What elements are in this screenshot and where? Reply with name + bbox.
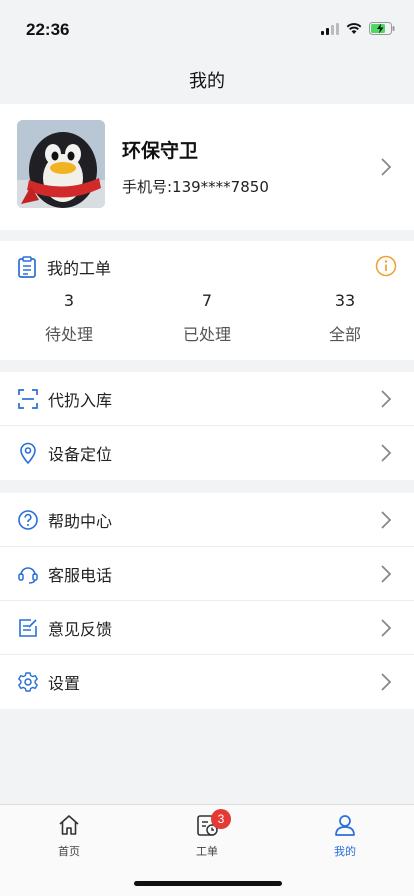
chevron-right-icon <box>381 619 392 637</box>
menu-item-customer-phone[interactable]: 客服电话 <box>0 547 414 601</box>
notification-badge: 3 <box>211 809 231 829</box>
menu-label: 设置 <box>48 674 81 693</box>
headset-icon <box>18 566 38 584</box>
menu-item-proxy-dispose[interactable]: 代扔入库 <box>0 372 414 426</box>
clipboard-icon <box>18 256 36 278</box>
stat-label: 已处理 <box>182 325 231 344</box>
stat-processed[interactable]: 7 已处理 <box>138 291 276 345</box>
stat-label: 待处理 <box>44 325 93 344</box>
tab-label: 我的 <box>334 845 356 858</box>
status-time: 22:36 <box>26 20 70 39</box>
profile-card[interactable]: 环保守卫 手机号:139****7850 <box>0 104 414 230</box>
signal-icon <box>321 22 339 35</box>
status-icons <box>321 22 396 35</box>
menu-label: 意见反馈 <box>48 619 113 639</box>
help-icon <box>18 509 38 530</box>
avatar[interactable] <box>17 120 105 208</box>
stat-count: 33 <box>334 291 356 310</box>
stat-all[interactable]: 33 全部 <box>276 291 414 345</box>
info-icon[interactable] <box>375 255 397 277</box>
status-bar: 22:36 <box>0 0 414 60</box>
battery-charging-icon <box>369 22 395 35</box>
work-orders-card: 我的工单 3 待处理 7 已处理 33 全部 <box>0 241 414 360</box>
tab-work-orders[interactable]: 3 工单 <box>167 809 247 859</box>
stat-label: 全部 <box>328 325 361 344</box>
gear-icon <box>18 672 38 692</box>
chevron-right-icon <box>381 511 392 529</box>
menu-label: 客服电话 <box>48 565 113 585</box>
menu-item-settings[interactable]: 设置 <box>0 655 414 709</box>
scan-icon <box>18 388 38 409</box>
chevron-right-icon <box>381 673 392 691</box>
chevron-right-icon <box>381 444 392 462</box>
menu-item-device-location[interactable]: 设备定位 <box>0 426 414 480</box>
chevron-right-icon <box>381 565 392 583</box>
menu-label: 代扔入库 <box>48 390 113 410</box>
work-orders-title: 我的工单 <box>47 259 112 278</box>
menu-item-help-center[interactable]: 帮助中心 <box>0 493 414 547</box>
stat-count: 3 <box>63 291 75 310</box>
menu-label: 帮助中心 <box>48 511 113 531</box>
profile-name: 环保守卫 <box>122 140 199 162</box>
user-icon <box>335 815 355 836</box>
feedback-icon <box>19 618 37 637</box>
menu-label: 设备定位 <box>48 445 113 464</box>
home-icon <box>59 815 79 835</box>
work-orders-header: 我的工单 <box>17 254 397 280</box>
stat-count: 7 <box>201 291 213 310</box>
wifi-icon <box>346 22 362 34</box>
chevron-right-icon <box>381 390 392 408</box>
menu-group-devices: 代扔入库 设备定位 <box>0 372 414 480</box>
chevron-right-icon[interactable] <box>380 157 392 177</box>
menu-group-support: 帮助中心 客服电话 意见反馈 设置 <box>0 493 414 709</box>
tab-label: 首页 <box>58 845 80 858</box>
tab-home[interactable]: 首页 <box>29 813 109 859</box>
profile-phone: 手机号:139****7850 <box>122 178 269 196</box>
menu-item-feedback[interactable]: 意见反馈 <box>0 601 414 655</box>
home-indicator <box>134 881 282 886</box>
stat-pending[interactable]: 3 待处理 <box>0 291 138 345</box>
nav-bar: 我的 <box>0 60 414 100</box>
penguin-avatar-image <box>17 120 105 208</box>
page-title: 我的 <box>189 71 225 92</box>
tab-label: 工单 <box>196 845 218 858</box>
work-order-stats: 3 待处理 7 已处理 33 全部 <box>0 291 414 345</box>
location-pin-icon <box>20 442 36 464</box>
tab-mine[interactable]: 我的 <box>305 813 385 859</box>
